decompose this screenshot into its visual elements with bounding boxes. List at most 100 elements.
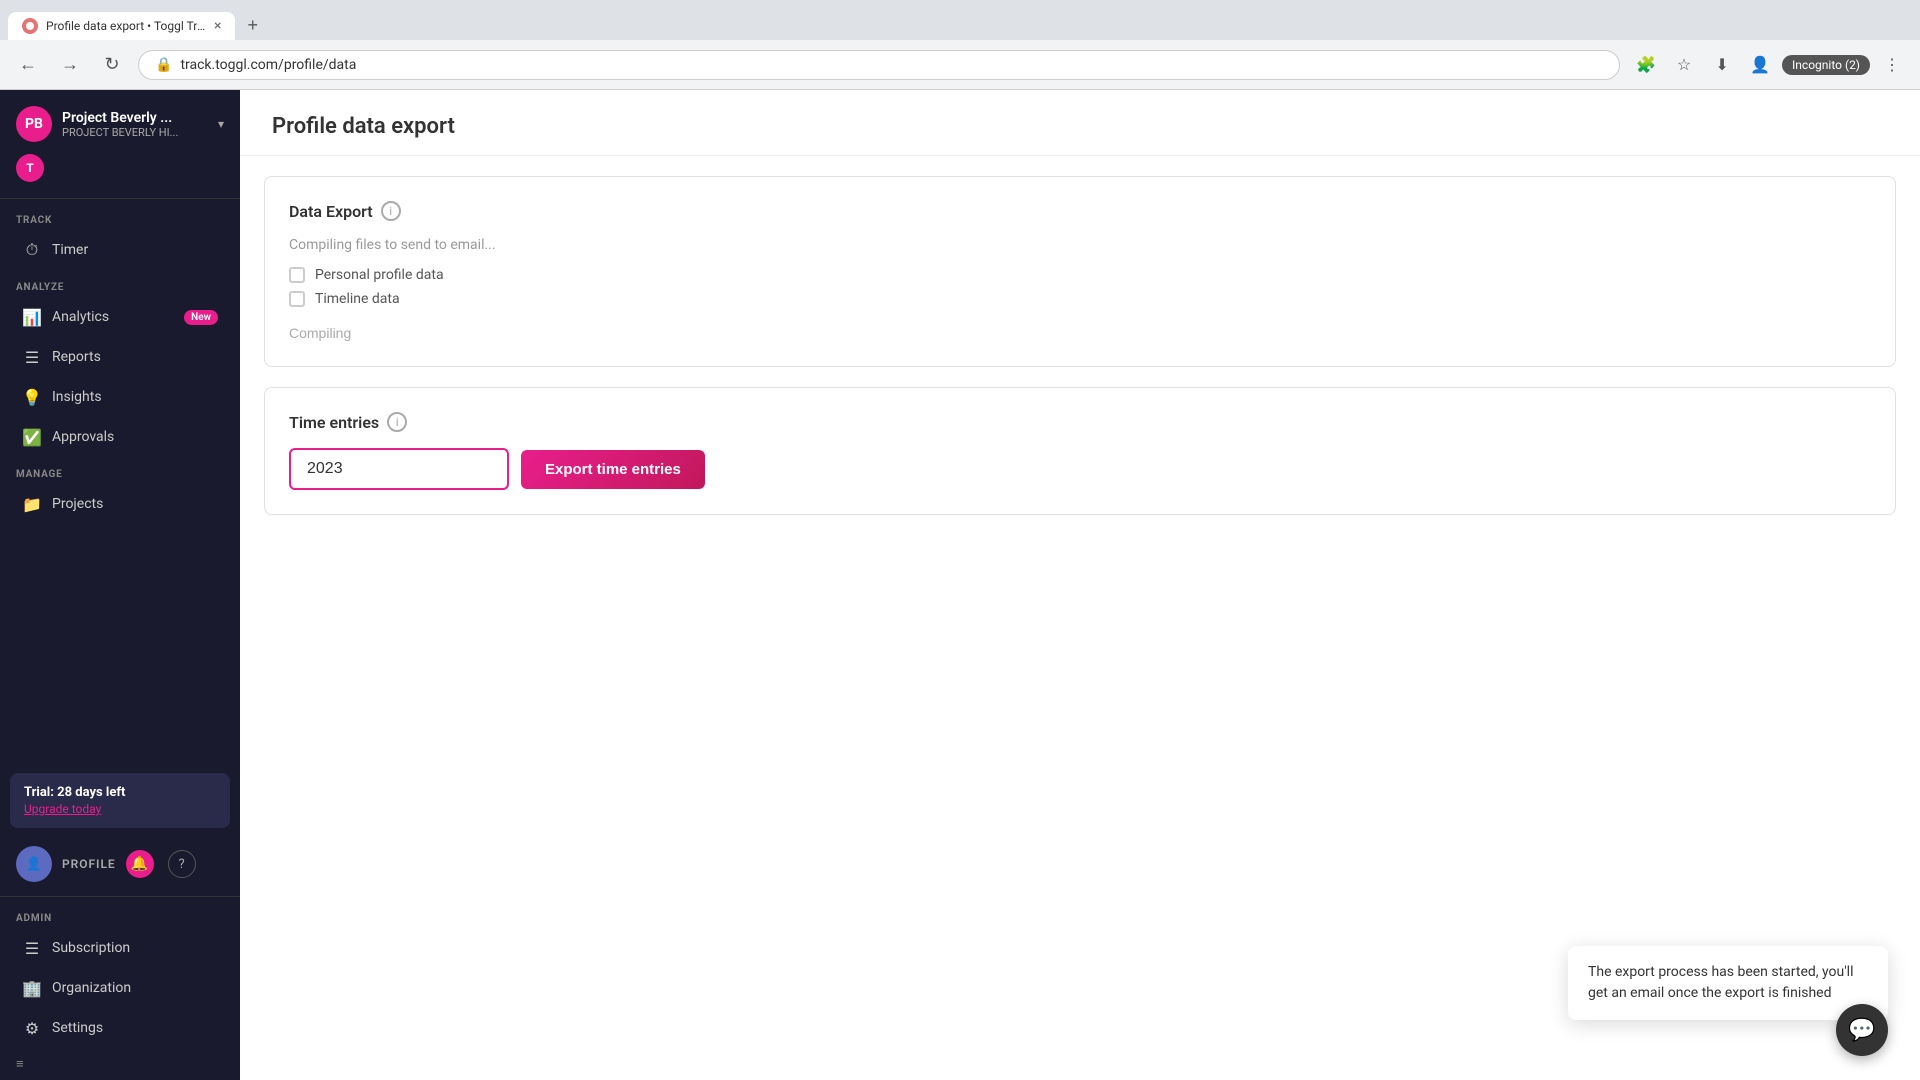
page-title: Profile data export bbox=[272, 114, 1888, 139]
projects-label: Projects bbox=[52, 496, 218, 512]
personal-profile-label: Personal profile data bbox=[315, 267, 444, 283]
collapse-button[interactable]: ≡ bbox=[0, 1048, 240, 1080]
help-button[interactable]: ? bbox=[168, 850, 196, 878]
year-input[interactable] bbox=[289, 448, 509, 490]
insights-label: Insights bbox=[52, 389, 218, 405]
app-layout: PB Project Beverly ... PROJECT BEVERLY H… bbox=[0, 90, 1920, 1080]
analytics-label: Analytics bbox=[52, 309, 174, 325]
profile-row: 👤 PROFILE 🔔 ? bbox=[0, 836, 240, 892]
url-text: track.toggl.com/profile/data bbox=[180, 57, 356, 73]
menu-button[interactable]: ⋮ bbox=[1876, 49, 1908, 81]
subscription-label: Subscription bbox=[52, 940, 218, 956]
sidebar: PB Project Beverly ... PROJECT BEVERLY H… bbox=[0, 90, 240, 1080]
profile-button[interactable]: 👤 bbox=[1744, 49, 1776, 81]
timeline-row: Timeline data bbox=[289, 291, 1871, 307]
export-time-entries-button[interactable]: Export time entries bbox=[521, 450, 705, 489]
browser-toolbar: ← → ↻ 🔒 track.toggl.com/profile/data 🧩 ☆… bbox=[0, 40, 1920, 90]
forward-button[interactable]: → bbox=[54, 49, 86, 81]
projects-icon: 📁 bbox=[22, 494, 42, 514]
refresh-button[interactable]: ↻ bbox=[96, 49, 128, 81]
sidebar-item-subscription[interactable]: ☰ Subscription bbox=[6, 929, 234, 967]
active-tab[interactable]: Profile data export • Toggl Trac... × bbox=[8, 12, 235, 40]
timeline-checkbox[interactable] bbox=[289, 291, 305, 307]
toggl-logo-icon: T bbox=[16, 154, 44, 182]
manage-section-label: MANAGE bbox=[0, 457, 240, 484]
insights-icon: 💡 bbox=[22, 387, 42, 407]
card-title-row: Data Export i bbox=[289, 201, 1871, 221]
tab-title: Profile data export • Toggl Trac... bbox=[46, 19, 206, 33]
new-tab-button[interactable]: + bbox=[239, 11, 266, 40]
export-toast: The export process has been started, you… bbox=[1568, 946, 1888, 1020]
tab-bar: Profile data export • Toggl Trac... × + bbox=[0, 0, 1920, 40]
address-bar[interactable]: 🔒 track.toggl.com/profile/data bbox=[138, 50, 1620, 80]
main-header: Profile data export bbox=[240, 90, 1920, 156]
timer-icon: ⏱ bbox=[22, 240, 42, 260]
sidebar-item-settings[interactable]: ⚙ Settings bbox=[6, 1009, 234, 1047]
approvals-icon: ✅ bbox=[22, 427, 42, 447]
tab-close-icon[interactable]: × bbox=[214, 18, 221, 34]
reports-label: Reports bbox=[52, 349, 218, 365]
compiling-text: Compiling files to send to email... bbox=[289, 237, 1871, 253]
incognito-badge: Incognito (2) bbox=[1782, 55, 1870, 75]
analyze-section-label: ANALYZE bbox=[0, 270, 240, 297]
trial-title: Trial: 28 days left bbox=[24, 785, 216, 800]
upgrade-link[interactable]: Upgrade today bbox=[24, 802, 216, 816]
compiling-button: Compiling bbox=[289, 325, 351, 341]
main-body: Data Export i Compiling files to send to… bbox=[240, 156, 1920, 1080]
workspace-icon: PB bbox=[16, 106, 52, 142]
settings-label: Settings bbox=[52, 1020, 218, 1036]
analytics-icon: 📊 bbox=[22, 307, 42, 327]
time-entries-card: Time entries i Export time entries bbox=[264, 387, 1896, 515]
chat-button[interactable]: 💬 bbox=[1836, 1004, 1888, 1056]
tab-favicon bbox=[22, 18, 38, 34]
track-section-label: TRACK bbox=[0, 203, 240, 230]
sidebar-item-analytics[interactable]: 📊 Analytics New bbox=[6, 298, 234, 336]
sidebar-item-reports[interactable]: ☰ Reports bbox=[6, 338, 234, 376]
workspace-name: Project Beverly ... bbox=[62, 110, 208, 126]
notification-button[interactable]: 🔔 bbox=[126, 850, 154, 878]
reports-icon: ☰ bbox=[22, 347, 42, 367]
lock-icon: 🔒 bbox=[155, 57, 172, 73]
extensions-button[interactable]: 🧩 bbox=[1630, 49, 1662, 81]
sidebar-item-insights[interactable]: 💡 Insights bbox=[6, 378, 234, 416]
compiling-btn-row: Compiling bbox=[289, 323, 1871, 342]
divider-2 bbox=[0, 896, 240, 897]
subscription-icon: ☰ bbox=[22, 938, 42, 958]
workspace-info: Project Beverly ... PROJECT BEVERLY HI..… bbox=[62, 110, 208, 139]
data-export-card: Data Export i Compiling files to send to… bbox=[264, 176, 1896, 367]
workspace-sub: PROJECT BEVERLY HI... bbox=[62, 126, 208, 139]
download-button[interactable]: ⬇ bbox=[1706, 49, 1738, 81]
chat-icon: 💬 bbox=[1848, 1018, 1875, 1043]
input-row: Export time entries bbox=[289, 448, 1871, 490]
sidebar-item-projects[interactable]: 📁 Projects bbox=[6, 485, 234, 523]
divider-1 bbox=[0, 198, 240, 199]
sidebar-item-timer[interactable]: ⏱ Timer bbox=[6, 231, 234, 269]
admin-section-label: ADMIN bbox=[0, 901, 240, 928]
approvals-label: Approvals bbox=[52, 429, 218, 445]
data-export-info-icon[interactable]: i bbox=[381, 201, 401, 221]
analytics-new-badge: New bbox=[184, 310, 218, 325]
sidebar-item-organization[interactable]: 🏢 Organization bbox=[6, 969, 234, 1007]
profile-avatar[interactable]: 👤 bbox=[16, 846, 52, 882]
profile-label: PROFILE bbox=[62, 857, 116, 871]
collapse-icon: ≡ bbox=[16, 1056, 24, 1072]
browser-chrome: Profile data export • Toggl Trac... × + … bbox=[0, 0, 1920, 90]
back-button[interactable]: ← bbox=[12, 49, 44, 81]
workspace-dropdown-icon: ▾ bbox=[218, 117, 224, 131]
time-entries-title: Time entries bbox=[289, 413, 379, 432]
sidebar-item-approvals[interactable]: ✅ Approvals bbox=[6, 418, 234, 456]
workspace-header[interactable]: PB Project Beverly ... PROJECT BEVERLY H… bbox=[0, 90, 240, 150]
time-entries-info-icon[interactable]: i bbox=[387, 412, 407, 432]
main-content: Profile data export Data Export i Compil… bbox=[240, 90, 1920, 1080]
trial-box: Trial: 28 days left Upgrade today bbox=[10, 773, 230, 828]
time-entries-title-row: Time entries i bbox=[289, 412, 1871, 432]
sidebar-spacer bbox=[0, 524, 240, 765]
timer-label: Timer bbox=[52, 242, 218, 258]
browser-actions: 🧩 ☆ ⬇ 👤 Incognito (2) ⋮ bbox=[1630, 49, 1908, 81]
sidebar-logo-row: T bbox=[0, 150, 240, 194]
personal-profile-checkbox[interactable] bbox=[289, 267, 305, 283]
organization-label: Organization bbox=[52, 980, 218, 996]
organization-icon: 🏢 bbox=[22, 978, 42, 998]
settings-icon: ⚙ bbox=[22, 1018, 42, 1038]
bookmark-button[interactable]: ☆ bbox=[1668, 49, 1700, 81]
